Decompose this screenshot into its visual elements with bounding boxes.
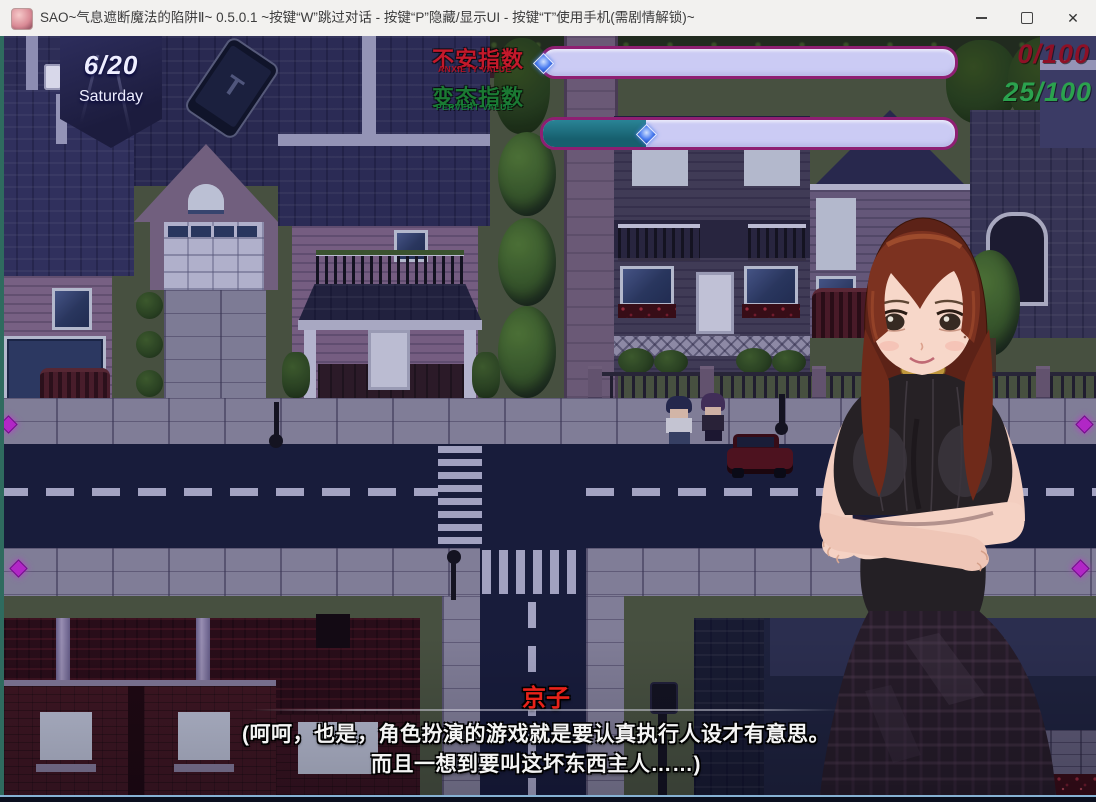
- roof-ridge: [362, 36, 376, 136]
- npc-sprite-face: [705, 407, 721, 415]
- planter-bush: [472, 352, 500, 398]
- bush: [618, 348, 654, 374]
- anxiety-bar: [540, 46, 958, 79]
- pervert-label-en: PERVERT VALUE: [436, 102, 546, 112]
- minimize-icon: [976, 17, 987, 19]
- bush: [136, 292, 163, 319]
- game-window: SAO~气息遮断魔法的陷阱Ⅱ~ 0.5.0.1 ~按键“W”跳过对话 - 按键“…: [0, 0, 1096, 802]
- balcony-railing: [618, 224, 700, 261]
- pervert-value: 25/100: [970, 77, 1092, 108]
- npc-sprite-legs: [705, 430, 722, 441]
- roof-ridge: [278, 134, 490, 146]
- lamp-globe: [775, 422, 788, 435]
- bush: [654, 350, 688, 374]
- gable-arch-window: [188, 184, 224, 214]
- flower-box: [618, 304, 676, 318]
- window-glass: [55, 291, 89, 327]
- npc-sprite-body: [666, 418, 692, 433]
- bar-fill: [543, 120, 646, 147]
- fence-pillar: [588, 366, 602, 400]
- garage-wall: [264, 222, 278, 290]
- window-glass: [747, 269, 795, 303]
- bush: [136, 331, 163, 358]
- game-viewport[interactable]: 京子 (呵呵，也是，角色扮演的游戏就是要认真执行人设才有意思。 而且一想到要叫这…: [0, 36, 1096, 802]
- roof-ridge: [26, 36, 38, 98]
- dialog-box[interactable]: 京子 (呵呵，也是，角色扮演的游戏就是要认真执行人设才有意思。 而且一想到要叫这…: [0, 676, 1096, 802]
- balcony-railing: [316, 252, 464, 289]
- lamp-globe: [269, 434, 283, 448]
- close-button[interactable]: ✕: [1050, 0, 1096, 36]
- viewport-bottom-edge: [0, 795, 1096, 802]
- car-wheel: [774, 468, 786, 478]
- title-bar: SAO~气息遮断魔法的陷阱Ⅱ~ 0.5.0.1 ~按键“W”跳过对话 - 按键“…: [0, 0, 1096, 37]
- pervert-bar: [540, 117, 958, 150]
- planter-bush: [282, 352, 310, 398]
- flower-box: [742, 304, 800, 318]
- npc-sprite-face: [670, 409, 688, 418]
- front-door: [696, 272, 734, 334]
- garage-door-windows: [168, 226, 260, 237]
- maximize-icon: [1021, 12, 1033, 24]
- crosswalk: [438, 446, 482, 546]
- garage-wall: [150, 222, 164, 290]
- dialog-speaker-name: 京子: [0, 678, 1092, 713]
- anxiety-label-en: ANXIETY VALUE: [438, 64, 548, 74]
- dialog-text-line2: 而且一想到要叫这坏东西主人……): [0, 748, 1072, 778]
- lamp-post: [451, 560, 456, 600]
- viewport-left-edge: [0, 36, 4, 802]
- porch-awning: [298, 284, 482, 322]
- bush: [136, 370, 163, 397]
- balcony-vine: [316, 250, 464, 255]
- dialog-divider: [250, 709, 842, 711]
- minimize-button[interactable]: [958, 0, 1004, 36]
- window: [620, 266, 674, 306]
- calendar-weekday: Saturday: [60, 88, 162, 106]
- car-window: [737, 437, 774, 447]
- north-road: [564, 36, 618, 398]
- car-wheel: [732, 468, 744, 478]
- window-glass: [623, 269, 671, 303]
- anxiety-value: 0/100: [970, 39, 1090, 70]
- window: [744, 266, 798, 306]
- maximize-button[interactable]: [1004, 0, 1050, 36]
- porch-header: [298, 320, 482, 330]
- sidewalk-bottom: [0, 548, 480, 596]
- front-door: [368, 330, 410, 390]
- tree: [498, 218, 556, 306]
- npc-sprite-body: [702, 415, 724, 431]
- window-title: SAO~气息遮断魔法的陷阱Ⅱ~ 0.5.0.1 ~按键“W”跳过对话 - 按键“…: [40, 0, 695, 36]
- calendar-icon: [44, 64, 62, 90]
- npc-sprite-legs: [669, 432, 690, 444]
- chimney: [316, 614, 350, 648]
- dialog-text-line1: (呵呵，也是，角色扮演的游戏就是要认真执行人设才有意思。: [0, 718, 1072, 748]
- calendar-date: 6/20: [60, 50, 162, 81]
- crosswalk: [482, 550, 584, 594]
- road-centerline: [0, 488, 438, 496]
- tree: [498, 306, 556, 398]
- window: [52, 288, 92, 330]
- bush: [736, 348, 772, 374]
- app-icon: [11, 8, 33, 30]
